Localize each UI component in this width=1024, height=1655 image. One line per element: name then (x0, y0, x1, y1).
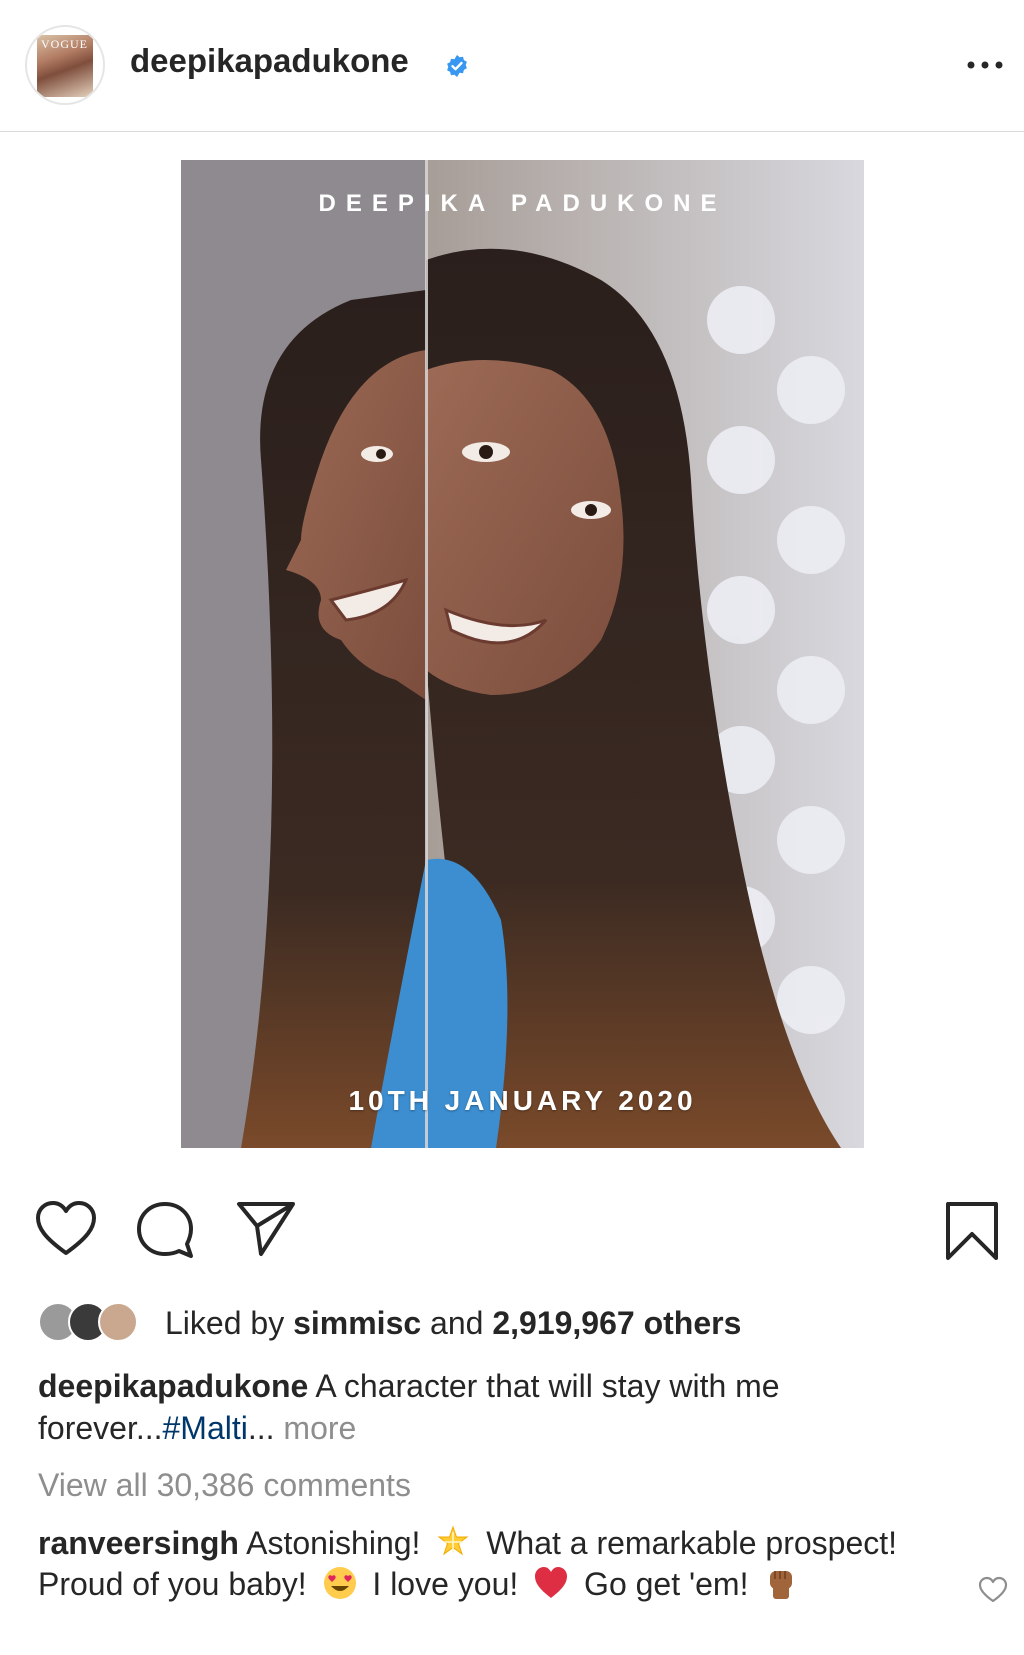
comment-like-heart-icon[interactable] (978, 1576, 1008, 1604)
likes-row: Liked by simmisc and 2,919,967 others (38, 1302, 998, 1346)
liked-by-user-link[interactable]: simmisc (293, 1305, 421, 1341)
more-options-icon[interactable] (965, 55, 1005, 75)
likes-prefix: Liked by (165, 1305, 294, 1341)
raised-fist-emoji-icon (770, 1571, 793, 1599)
comment-text-3: I love you! (372, 1566, 519, 1602)
liker-avatar-3 (98, 1302, 138, 1342)
sparkle-star-emoji-icon (437, 1525, 469, 1556)
likes-count-link[interactable]: 2,919,967 others (492, 1305, 741, 1341)
bookmark-icon[interactable] (944, 1200, 1000, 1262)
heart-eyes-emoji-icon (323, 1567, 356, 1599)
caption-more-link[interactable]: more (283, 1410, 356, 1446)
comment-text-4: Go get 'em! (584, 1566, 749, 1602)
verified-badge-icon (447, 55, 467, 77)
likes-and: and (421, 1305, 493, 1341)
view-all-comments-link[interactable]: View all 30,386 comments (38, 1467, 411, 1504)
heart-icon[interactable] (35, 1200, 97, 1258)
avatar[interactable]: VOGUE (25, 25, 105, 105)
likes-text: Liked by simmisc and 2,919,967 others (165, 1305, 741, 1342)
comment-text-1: Astonishing! (246, 1525, 421, 1561)
comment-username[interactable]: ranveersingh (38, 1525, 239, 1561)
poster-release-date: 10TH JANUARY 2020 (348, 1085, 697, 1116)
poster-artwork (181, 160, 864, 1148)
red-heart-emoji-icon (535, 1567, 568, 1598)
caption-ellipsis: ... (247, 1410, 275, 1446)
post-caption: deepikapadukone A character that will st… (38, 1365, 958, 1449)
share-icon[interactable] (235, 1200, 297, 1258)
avatar-magazine-text: VOGUE (41, 37, 88, 51)
post-header: VOGUE deepikapadukone (0, 0, 1024, 132)
post-image[interactable]: DEEPIKA PADUKONE 10TH JANUARY 2020 (181, 160, 864, 1148)
caption-hashtag[interactable]: #Malti (163, 1410, 248, 1446)
post-username[interactable]: deepikapadukone (130, 42, 409, 80)
caption-username[interactable]: deepikapadukone (38, 1368, 308, 1404)
comment-item: ranveersingh Astonishing! What a remarka… (38, 1523, 938, 1605)
action-bar (0, 1200, 1024, 1280)
poster-title-text: DEEPIKA PADUKONE (318, 190, 727, 217)
comment-icon[interactable] (135, 1200, 195, 1260)
